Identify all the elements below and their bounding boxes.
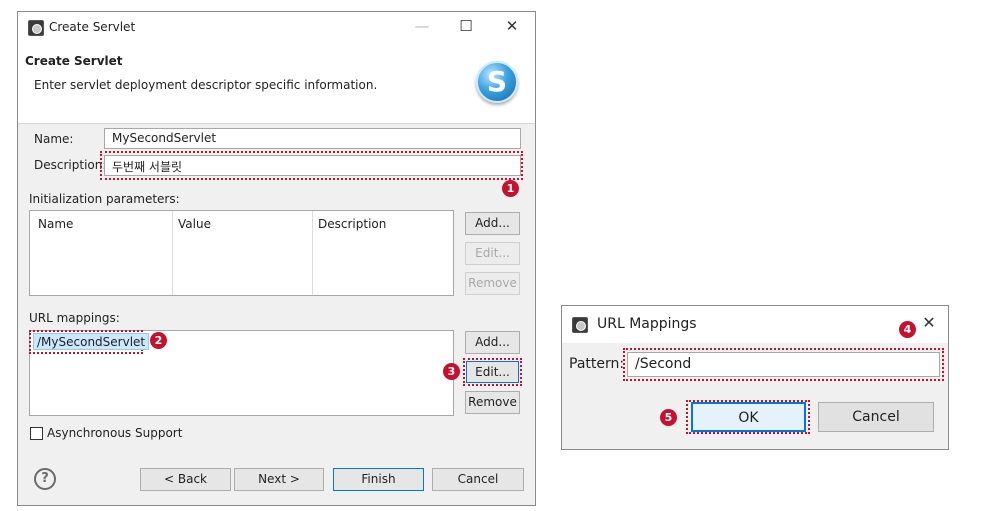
url-edit-button[interactable]: Edit...: [466, 361, 519, 383]
init-remove-button[interactable]: Remove: [465, 272, 520, 295]
close-icon[interactable]: ✕: [502, 17, 522, 35]
minimize-icon[interactable]: —: [412, 17, 432, 35]
url-remove-button[interactable]: Remove: [465, 391, 520, 414]
init-edit-button[interactable]: Edit...: [465, 242, 520, 265]
pattern-input[interactable]: /Second: [627, 352, 940, 377]
next-button[interactable]: Next >: [234, 468, 324, 491]
help-icon[interactable]: ?: [34, 468, 56, 490]
init-params-table[interactable]: Name Value Description: [29, 210, 454, 296]
wizard-banner: Create Servlet Enter servlet deployment …: [18, 43, 535, 124]
banner-subtitle: Enter servlet deployment descriptor spec…: [34, 78, 378, 92]
url-mapping-item[interactable]: /MySecondServlet: [33, 333, 150, 350]
url-dialog-close-icon[interactable]: ✕: [919, 313, 939, 332]
url-mappings-dialog: URL Mappings 4 ✕ Pattern: /Second 5 OK C…: [561, 305, 949, 450]
finish-button[interactable]: Finish: [333, 468, 424, 491]
ok-button[interactable]: OK: [691, 402, 806, 432]
column-header-value[interactable]: Value: [178, 217, 211, 231]
description-input[interactable]: 두번째 서블릿: [104, 155, 521, 176]
window-title: Create Servlet: [49, 20, 136, 34]
back-button[interactable]: < Back: [140, 468, 231, 491]
url-dialog-title-bar: URL Mappings 4 ✕: [562, 306, 948, 343]
description-label: Description:: [34, 158, 107, 172]
maximize-icon[interactable]: ☐: [456, 17, 476, 35]
async-checkbox[interactable]: [30, 427, 43, 440]
banner-title: Create Servlet: [25, 54, 123, 68]
init-add-button[interactable]: Add...: [465, 212, 520, 235]
init-params-label: Initialization parameters:: [29, 192, 180, 206]
name-label: Name:: [34, 132, 74, 146]
badge-5: 5: [660, 409, 677, 426]
pattern-label: Pattern:: [569, 356, 625, 372]
app-icon: [572, 317, 588, 333]
badge-4: 4: [899, 321, 916, 338]
column-header-name[interactable]: Name: [38, 217, 73, 231]
app-icon: [28, 20, 44, 36]
name-input[interactable]: MySecondServlet: [104, 128, 521, 149]
url-add-button[interactable]: Add...: [465, 331, 520, 354]
badge-2: 2: [150, 332, 167, 349]
cancel-button[interactable]: Cancel: [432, 468, 524, 491]
column-separator: [312, 211, 313, 295]
create-servlet-dialog: Create Servlet — ☐ ✕ Create Servlet Ente…: [17, 11, 536, 506]
url-cancel-button[interactable]: Cancel: [818, 402, 934, 432]
column-separator: [172, 211, 173, 295]
badge-3: 3: [443, 363, 460, 380]
badge-1: 1: [502, 180, 519, 197]
url-dialog-title: URL Mappings: [597, 316, 697, 332]
servlet-logo-icon: S: [476, 61, 518, 103]
title-bar: Create Servlet — ☐ ✕: [18, 12, 535, 43]
column-header-description[interactable]: Description: [318, 217, 386, 231]
url-mappings-label: URL mappings:: [29, 311, 120, 325]
async-label: Asynchronous Support: [47, 426, 183, 440]
